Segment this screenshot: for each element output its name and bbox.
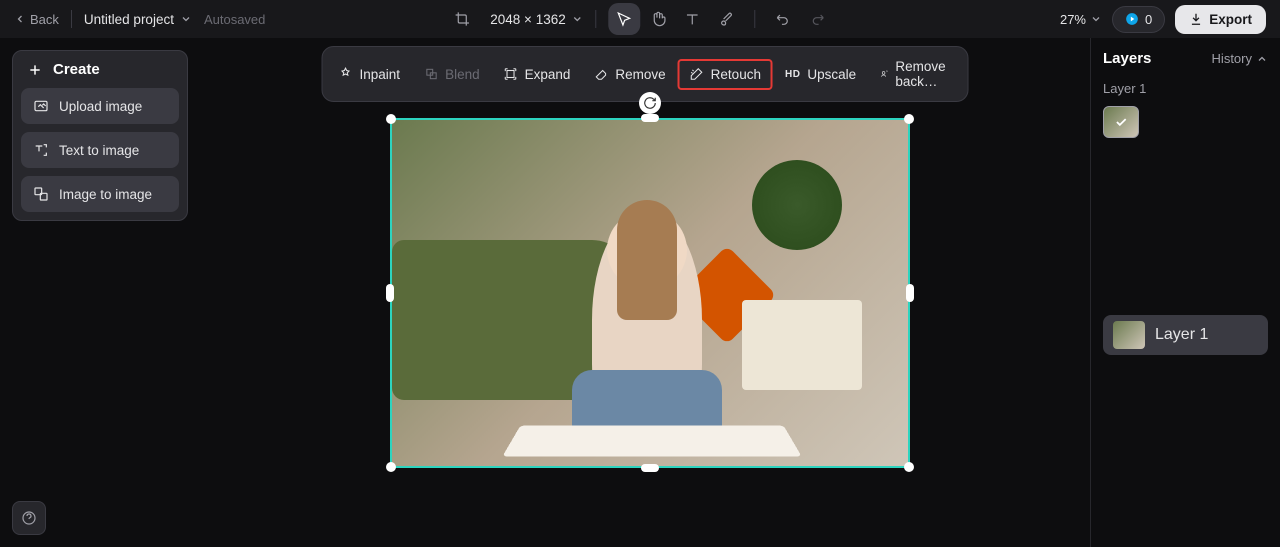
help-icon [21, 510, 37, 526]
upload-label: Upload image [59, 99, 142, 114]
canvas-selection[interactable] [390, 118, 910, 468]
rotate-handle[interactable] [639, 92, 661, 114]
layer-thumbnail-selected[interactable] [1103, 106, 1139, 138]
chevron-up-icon [1256, 53, 1268, 65]
eraser-icon [594, 67, 608, 81]
undo-icon [776, 11, 792, 27]
text-tool[interactable] [677, 3, 709, 35]
redo-button[interactable] [802, 3, 834, 35]
layer-row-thumbnail [1113, 321, 1145, 349]
undo-button[interactable] [768, 3, 800, 35]
rotate-icon [643, 96, 657, 110]
export-icon [1189, 12, 1203, 26]
resize-handle-mb[interactable] [641, 464, 659, 472]
remove-button[interactable]: Remove [582, 59, 677, 90]
brush-tool[interactable] [711, 3, 743, 35]
expand-button[interactable]: Expand [492, 59, 583, 90]
export-button[interactable]: Export [1175, 5, 1266, 34]
project-name-dropdown[interactable]: Untitled project [84, 12, 192, 27]
retouch-icon [690, 67, 704, 81]
zoom-value: 27% [1060, 12, 1086, 27]
resize-handle-mt[interactable] [641, 114, 659, 122]
brush-icon [719, 11, 735, 27]
i2i-label: Image to image [59, 187, 152, 202]
pointer-tool[interactable] [609, 3, 641, 35]
hand-icon [651, 11, 667, 27]
blend-icon [424, 67, 438, 81]
crop-icon [454, 11, 470, 27]
t2i-label: Text to image [59, 143, 139, 158]
upscale-button[interactable]: HD Upscale [773, 59, 868, 90]
inpaint-button[interactable]: Inpaint [327, 59, 413, 90]
text-to-image-button[interactable]: Text to image [21, 132, 179, 168]
upload-icon [33, 98, 49, 114]
text-icon [685, 11, 701, 27]
divider [71, 10, 72, 28]
layer-row-label: Layer 1 [1155, 326, 1208, 344]
create-button[interactable]: Create [21, 59, 179, 80]
upload-image-button[interactable]: Upload image [21, 88, 179, 124]
divider [755, 10, 756, 28]
hd-icon: HD [785, 69, 800, 80]
hand-tool[interactable] [643, 3, 675, 35]
canvas-image[interactable] [392, 120, 908, 466]
credits-icon [1125, 12, 1139, 26]
remove-bg-icon [880, 67, 888, 81]
resize-handle-mr[interactable] [906, 284, 914, 302]
zoom-dropdown[interactable]: 27% [1060, 12, 1102, 27]
back-label: Back [30, 12, 59, 27]
chevron-left-icon [14, 13, 26, 25]
project-name-text: Untitled project [84, 12, 174, 27]
create-label: Create [53, 61, 100, 78]
redo-icon [810, 11, 826, 27]
chevron-down-icon [180, 13, 192, 25]
credits-value: 0 [1145, 12, 1152, 27]
export-label: Export [1209, 12, 1252, 27]
resize-handle-br[interactable] [904, 462, 914, 472]
layers-title: Layers [1103, 50, 1151, 67]
check-icon [1114, 115, 1128, 129]
image-to-image-button[interactable]: Image to image [21, 176, 179, 212]
expand-icon [504, 67, 518, 81]
back-button[interactable]: Back [14, 12, 59, 27]
blend-button: Blend [412, 59, 492, 90]
text-to-image-icon [33, 142, 49, 158]
divider [596, 10, 597, 28]
dimensions-text: 2048 × 1362 [490, 12, 565, 27]
dimensions-dropdown[interactable]: 2048 × 1362 [490, 12, 583, 27]
layer-name-label: Layer 1 [1103, 81, 1268, 96]
resize-handle-tl[interactable] [386, 114, 396, 124]
resize-handle-ml[interactable] [386, 284, 394, 302]
credits-pill[interactable]: 0 [1112, 6, 1165, 33]
resize-handle-bl[interactable] [386, 462, 396, 472]
autosaved-status: Autosaved [204, 12, 265, 27]
chevron-down-icon [572, 13, 584, 25]
resize-handle-tr[interactable] [904, 114, 914, 124]
pointer-icon [617, 11, 633, 27]
plus-icon [27, 62, 43, 78]
chevron-down-icon [1090, 13, 1102, 25]
remove-background-button[interactable]: Remove back… [868, 51, 963, 97]
help-button[interactable] [12, 501, 46, 535]
crop-tool[interactable] [446, 3, 478, 35]
layer-row[interactable]: Layer 1 [1103, 315, 1268, 355]
retouch-button[interactable]: Retouch [678, 59, 773, 90]
image-to-image-icon [33, 186, 49, 202]
history-toggle[interactable]: History [1212, 51, 1268, 66]
inpaint-icon [339, 67, 353, 81]
